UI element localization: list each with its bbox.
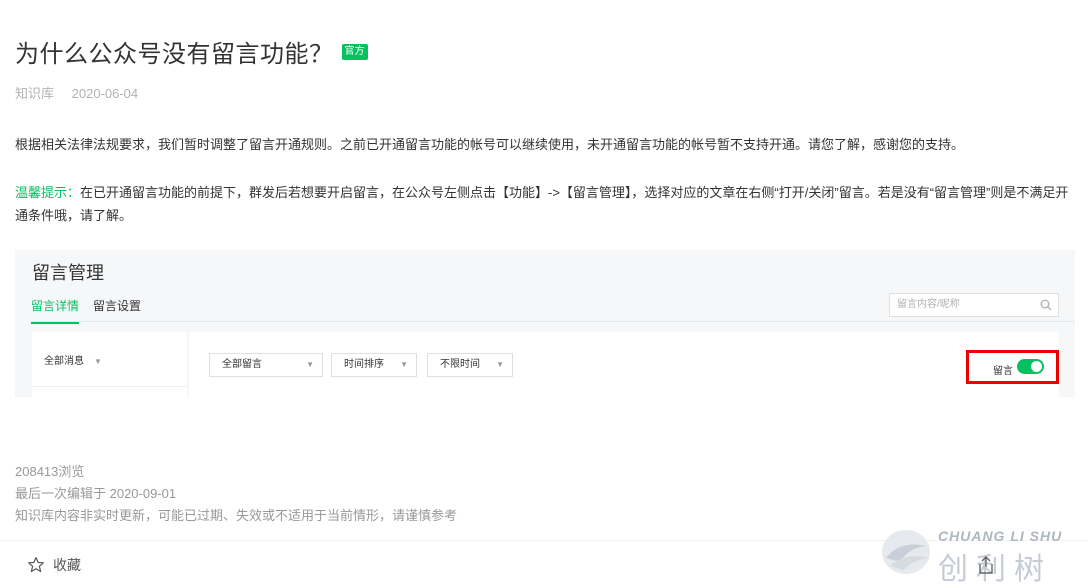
tip-text: 在已开通留言功能的前提下，群发后若想要开启留言，在公众号左侧点击【功能】->【留… — [15, 185, 1069, 223]
favorite-button[interactable]: 收藏 — [27, 555, 81, 575]
chevron-down-icon: ▼ — [94, 357, 102, 366]
chevron-down-icon: ▼ — [306, 360, 314, 369]
comment-toggle — [1017, 359, 1044, 374]
screenshot-search-input: 留言内容/昵称 — [889, 293, 1059, 317]
filter-time-range: 不限时间 ▼ — [427, 353, 513, 377]
watermark-chinese-text: 创利树 — [938, 553, 1052, 586]
screenshot-search-placeholder: 留言内容/昵称 — [897, 299, 960, 310]
page-title: 为什么公众号没有留言功能？ — [15, 41, 334, 68]
tab-comment-details: 留言详情 — [31, 297, 80, 324]
chevron-down-icon: ▼ — [400, 360, 408, 369]
screenshot-message-panel: 全部消息 ▼ — [32, 332, 187, 397]
filter-all-comments: 全部留言 ▼ — [209, 353, 323, 377]
chevron-down-icon: ▼ — [496, 360, 504, 369]
tab-comment-settings: 留言设置 — [93, 299, 142, 313]
watermark-logo: CHUANG LI SHU 创利树 — [878, 522, 1083, 586]
disclaimer: 知识库内容非实时更新，可能已过期、失效或不适用于当前情形，请谨慎参考 — [15, 508, 458, 523]
screenshot-tabs: 留言详情 留言设置 — [31, 297, 155, 324]
tip-label: 温馨提示： — [15, 185, 81, 200]
view-count: 208413浏览 — [15, 464, 85, 479]
article-meta: 知识库 2020-06-04 — [15, 83, 138, 102]
publish-date: 2020-06-04 — [71, 86, 139, 101]
tip-paragraph: 温馨提示：在已开通留言功能的前提下，群发后若想要开启留言，在公众号左侧点击【功能… — [15, 181, 1075, 227]
screenshot-message-select: 全部消息 ▼ — [44, 356, 102, 367]
filter-time-sort: 时间排序 ▼ — [331, 353, 417, 377]
official-badge: 官方 — [341, 43, 368, 60]
star-icon — [28, 557, 44, 573]
screenshot-filter-panel: 全部留言 ▼ 时间排序 ▼ 不限时间 ▼ 留言 — [189, 332, 1059, 397]
toggle-label: 留言 — [993, 366, 1013, 377]
article-paragraph: 根据相关法律法规要求，我们暂时调整了留言开通规则。之前已开通留言功能的帐号可以继… — [15, 137, 965, 152]
watermark-english-text: CHUANG LI SHU — [938, 528, 1063, 544]
favorite-label: 收藏 — [53, 557, 81, 573]
highlighted-toggle-area: 留言 — [966, 350, 1059, 384]
watermark-swirl-icon — [882, 530, 930, 574]
share-icon[interactable] — [978, 556, 994, 574]
category-label: 知识库 — [15, 86, 55, 101]
last-edited: 最后一次编辑于 2020-09-01 — [15, 486, 177, 501]
comment-management-screenshot: 留言管理 留言详情 留言设置 留言内容/昵称 全部消息 ▼ 全部留言 ▼ 时间排序 ▼… — [15, 250, 1075, 397]
title-row: 为什么公众号没有留言功能？ 官方 — [15, 34, 368, 69]
search-icon — [1040, 299, 1052, 311]
article-page: 为什么公众号没有留言功能？ 官方 知识库 2020-06-04 根据相关法律法规… — [0, 0, 1088, 588]
screenshot-title: 留言管理 — [32, 263, 104, 283]
screenshot-divider — [31, 321, 1075, 322]
